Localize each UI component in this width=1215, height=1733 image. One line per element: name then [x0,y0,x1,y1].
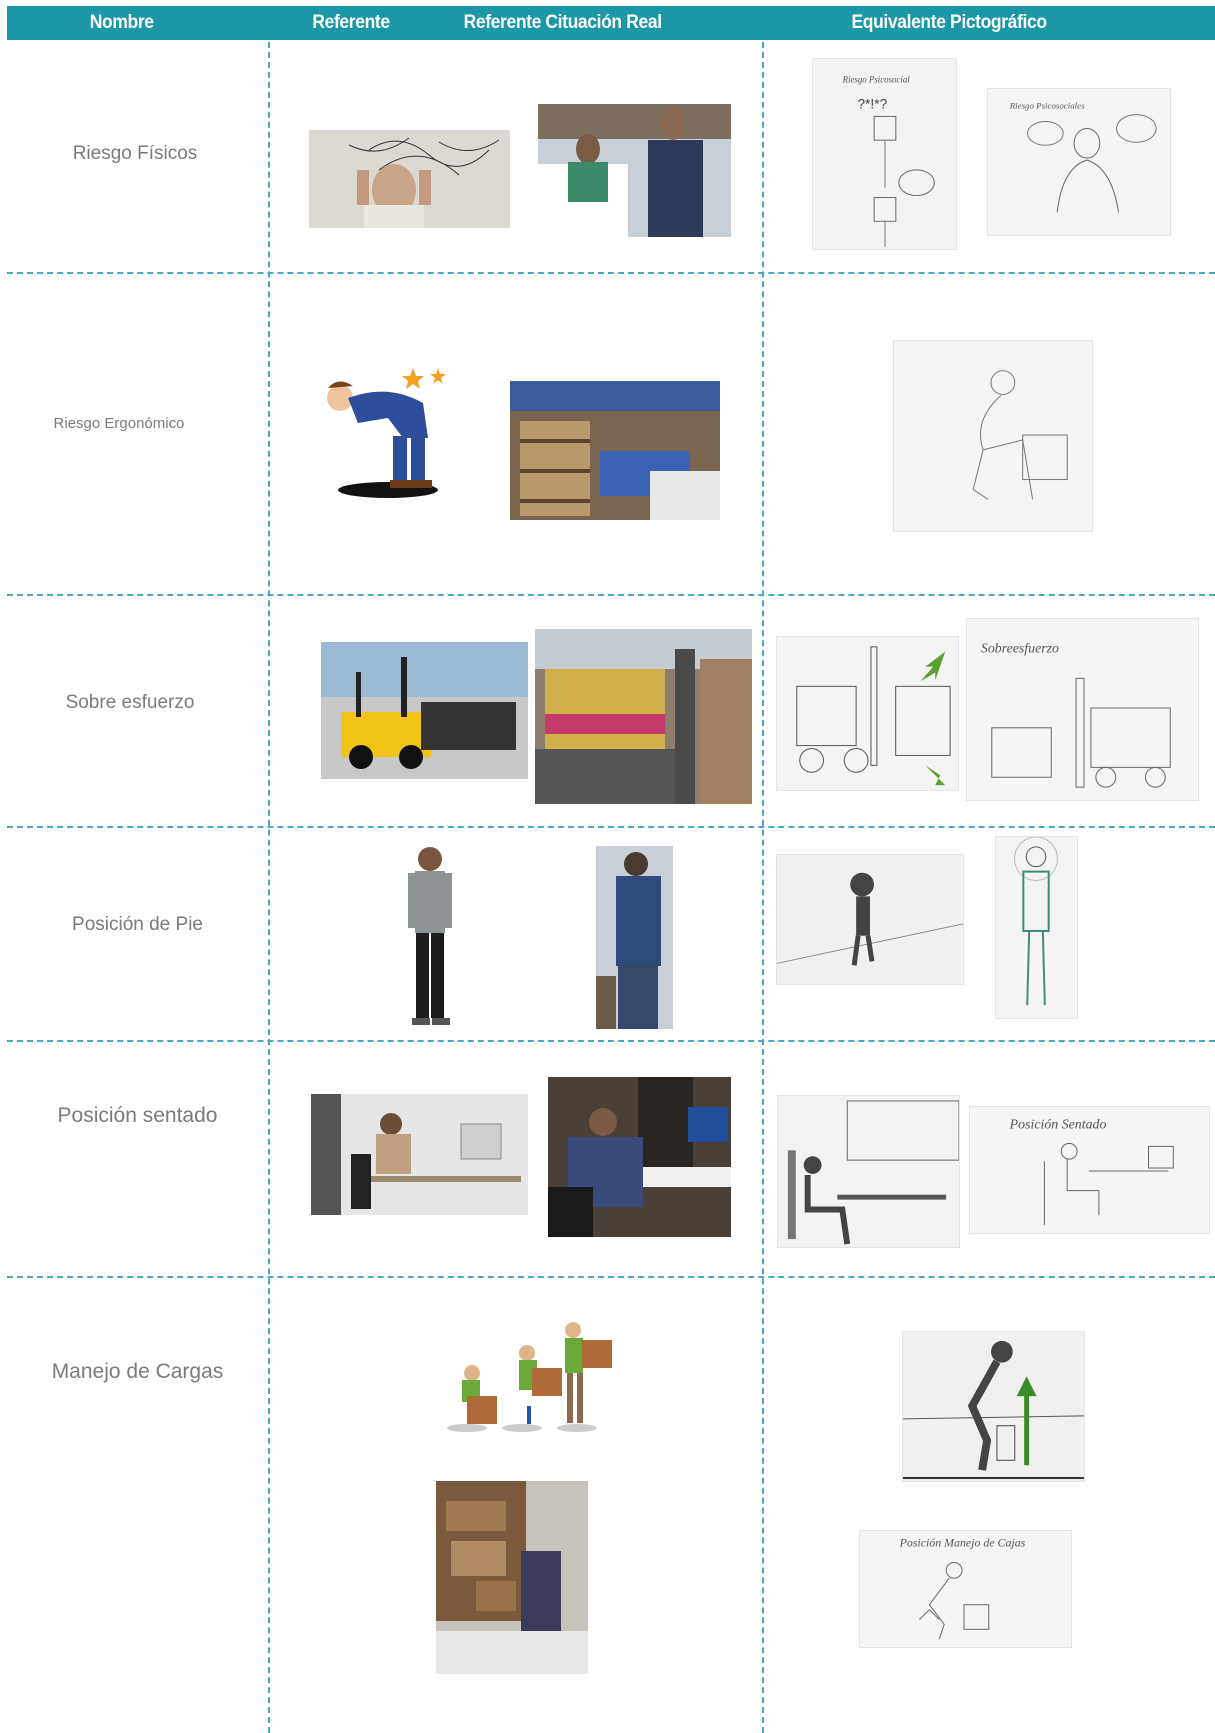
photo-stressed-man [309,130,510,228]
table-header: Nombre Referente Referente Cituación Rea… [7,6,1215,40]
row-divider-4 [7,1040,1215,1042]
sketch-ergonomic-lifting [893,340,1093,532]
sketch-label-posicion-sentado: Posición Sentado [1009,1117,1107,1132]
row-name-posicion-sentado: Posición sentado [57,1104,218,1127]
photo-standing-worker [596,846,673,1029]
sketch-seated-1 [777,1095,960,1248]
row-name-manejo-de-cargas: Manejo de Cargas [51,1360,224,1383]
sketch-lifting-green-arrow [902,1331,1085,1482]
photo-lifting-boxes [436,1481,588,1674]
row-divider-1 [7,272,1215,274]
photo-workplace-conversation [538,104,731,237]
sketch-label-riesgo-psicosocial-2: Riesgo Psicosociales [1009,101,1085,111]
row-name-posicion-de-pie: Posición de Pie [72,914,203,935]
header-referente-real: Referente Cituación Real [463,12,662,33]
photo-forklift-warehouse [535,629,752,804]
photo-warehouse-bending [510,381,720,520]
sketch-posicion-sentado: Posición Sentado [969,1106,1210,1234]
sketch-forklift-green-arrows [776,636,959,791]
row-name-riesgo-fisicos: Riesgo Físicos [72,143,198,164]
photo-standing-man [390,843,470,1031]
sketch-standing-1 [776,854,964,985]
row-divider-3 [7,826,1215,828]
sketch-riesgo-psicosocial-2: Riesgo Psicosociales [987,88,1171,236]
column-divider-1 [268,42,270,1733]
header-nombre: Nombre [89,12,154,33]
row-name-riesgo-ergonomico: Riesgo Ergonómico [53,415,185,432]
sketch-riesgo-psicosocial-1: Riesgo Psicosocial ?*!*? [812,58,957,250]
sketch-label-riesgo-psicosocial-1: Riesgo Psicosocial [842,75,911,85]
row-name-sobre-esfuerzo: Sobre esfuerzo [65,692,195,713]
cartoon-back-pain [318,358,448,500]
sketch-manejo-de-cajas: Posición Manejo de Cajas [859,1530,1072,1648]
header-referente: Referente [312,12,390,33]
row-divider-5 [7,1276,1215,1278]
sketch-standing-2 [995,836,1078,1019]
sketch-label-sobre-esfuerzo: Sobreesfuerzo [981,641,1059,656]
column-divider-2 [762,42,764,1733]
row-divider-2 [7,594,1215,596]
header-equivalente: Equivalente Pictográfico [851,12,1047,33]
illustration-lifting-sequence [437,1318,617,1436]
sketch-sobre-esfuerzo: Sobreesfuerzo [966,618,1199,801]
photo-seated-office-1 [311,1094,528,1215]
sketch-label-manejo-cajas: Posición Manejo de Cajas [899,1536,1026,1550]
photo-forklift-yellow [321,642,528,779]
photo-seated-office-2 [548,1077,731,1237]
svg-text:?*!*?: ?*!*? [857,95,887,111]
